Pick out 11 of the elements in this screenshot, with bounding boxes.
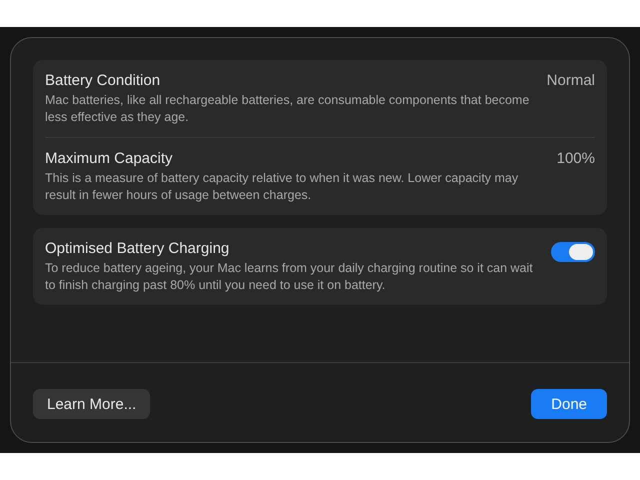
learn-more-button[interactable]: Learn More... xyxy=(33,389,150,419)
done-button[interactable]: Done xyxy=(531,389,607,419)
toggle-switch[interactable] xyxy=(551,242,595,262)
setting-value: Normal xyxy=(546,72,595,89)
setting-title: Optimised Battery Charging xyxy=(45,240,230,257)
setting-value: 100% xyxy=(556,150,595,167)
setting-title: Maximum Capacity xyxy=(45,150,174,167)
setting-description: This is a measure of battery capacity relative to when it was new. Lower capacity may result in fewer hours of usage between charges. xyxy=(45,170,520,204)
setting-description: Mac batteries, like all rechargeable batteries, are consumable components that become less effective as they age. xyxy=(45,92,530,126)
setting-description: To reduce battery ageing, your Mac learns from your daily charging routine so it can wait to finish charging past 80% until you need to use it on battery. xyxy=(45,260,534,294)
setting-title: Battery Condition xyxy=(45,72,162,89)
